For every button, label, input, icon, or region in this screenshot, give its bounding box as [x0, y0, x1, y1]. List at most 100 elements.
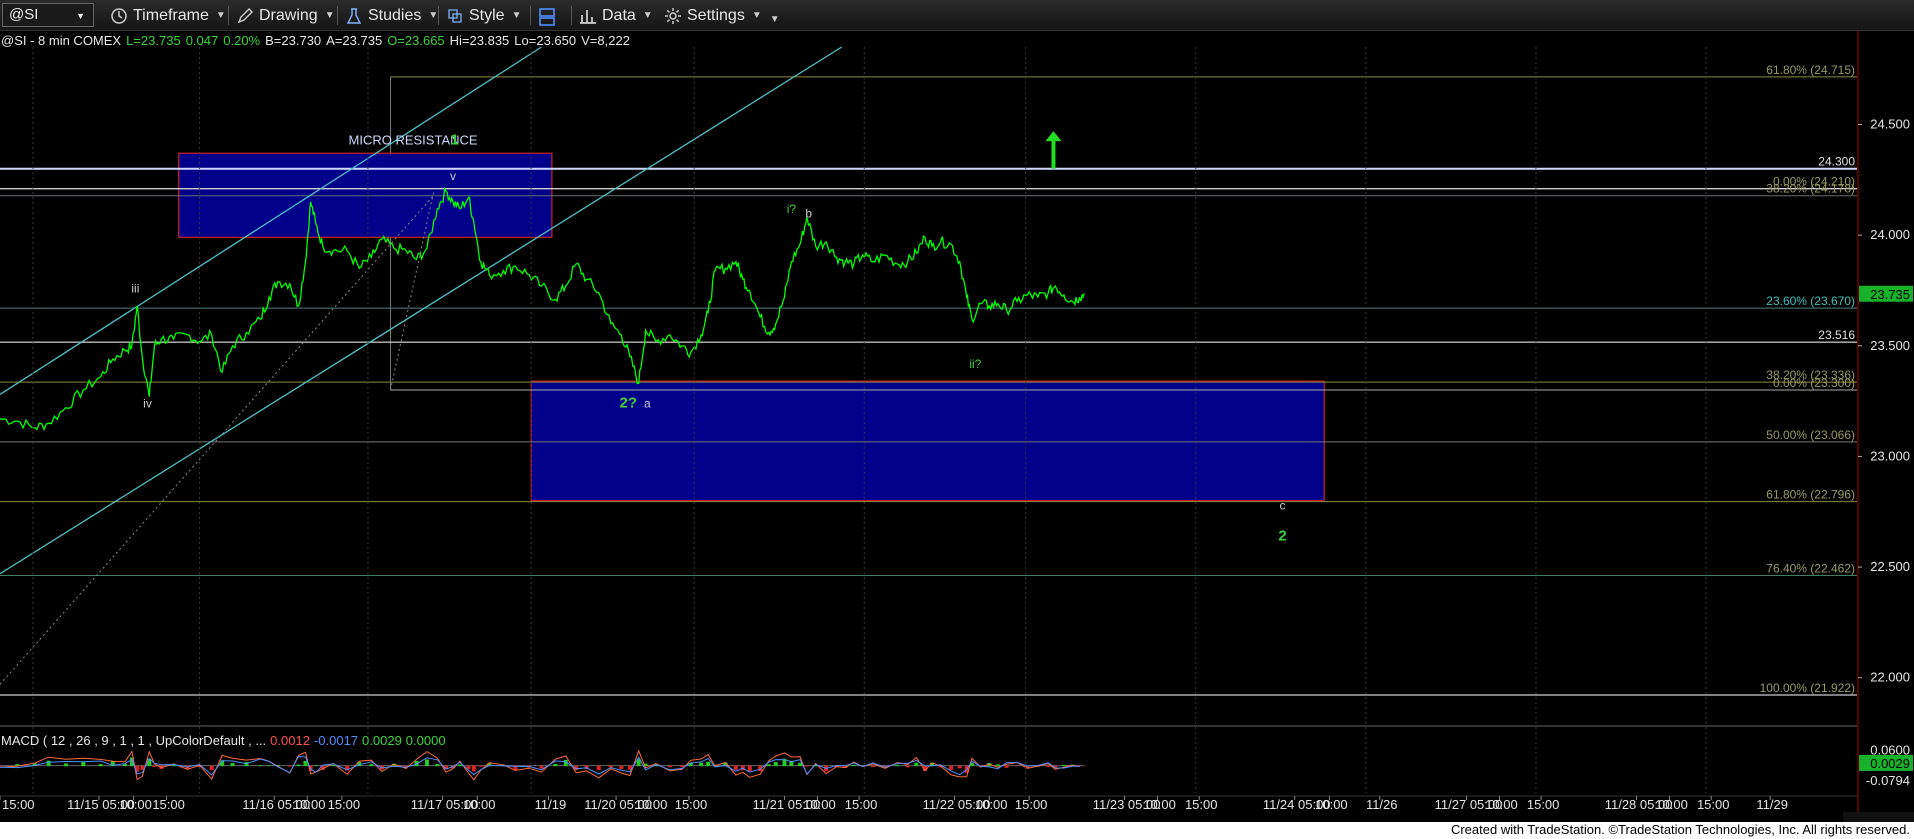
high-price: Hi=23.835 — [449, 33, 510, 48]
macd-histogram-bar — [81, 762, 86, 767]
time-axis-label: 10:00 — [293, 797, 326, 812]
macd-histogram-bar — [152, 765, 157, 767]
quote-header: @SI - 8 min COMEX L=23.735 0.047 0.20% B=23.… — [1, 33, 635, 48]
macd-diff-value: 0.0029 — [362, 733, 402, 748]
macd-histogram-bar — [46, 760, 51, 767]
macd-histogram-bar — [667, 765, 672, 768]
macd-histogram-bar — [619, 765, 624, 769]
time-axis-label: 10:00 — [803, 797, 836, 812]
macd-histogram-bar — [1061, 764, 1066, 767]
fib-level-label: 23.60% (23.670) — [1766, 294, 1855, 308]
macd-histogram-bar — [706, 761, 711, 767]
net-change: 0.047 — [185, 33, 219, 48]
macd-histogram-bar — [914, 762, 919, 767]
time-axis-label: 10:00 — [1143, 797, 1176, 812]
macd-histogram-bar — [313, 765, 318, 767]
time-axis-label: 15:00 — [2, 797, 35, 812]
macd-histogram-bar — [230, 762, 235, 767]
macd-histogram-bar — [680, 765, 685, 768]
macd-histogram-bar — [539, 765, 544, 769]
macd-histogram-bar — [957, 765, 962, 769]
macd-histogram-bar — [303, 760, 308, 767]
price-axis-label: 24.500 — [1870, 116, 1910, 131]
macd-header: MACD ( 12 , 26 , 9 , 1 , 1 , UpColorDefa… — [1, 733, 450, 748]
price-axis-label: 22.000 — [1870, 670, 1910, 685]
credit-text: Created with TradeStation. ©TradeStation… — [1450, 822, 1910, 837]
wave-label: b — [805, 206, 812, 220]
macd-histogram-bar — [63, 763, 68, 767]
fib-level-label: 61.80% (24.715) — [1766, 63, 1855, 77]
time-axis-label: 15:00 — [1527, 797, 1560, 812]
macd-histogram-bar — [747, 765, 752, 772]
macd-title: MACD ( 12 , 26 , 9 , 1 , 1 , UpColorDefa… — [1, 733, 267, 748]
fib-level-label: 76.40% (22.462) — [1766, 561, 1855, 575]
macd-histogram-bar — [267, 765, 272, 767]
time-axis-label: 15:00 — [1015, 797, 1048, 812]
time-axis-label: 11/19 — [535, 797, 567, 812]
wave-label: 1 — [451, 131, 459, 148]
macd-value-label: -0.0794 — [1866, 773, 1910, 788]
open-price: O=23.665 — [387, 33, 445, 48]
fib-level-label: 100.00% (21.922) — [1760, 681, 1855, 695]
macd-histogram-bar — [870, 765, 875, 768]
macd-histogram-bar — [369, 764, 374, 767]
macd-histogram-bar — [553, 763, 558, 767]
last-price: L=23.735 — [126, 33, 181, 48]
macd-histogram-bar — [1015, 765, 1020, 767]
macd-histogram-bar — [471, 765, 476, 772]
time-axis-label: 15:00 — [328, 797, 361, 812]
volume: V=8,222 — [581, 33, 630, 48]
wave-label: iii — [131, 282, 139, 296]
time-axis-label: 10:00 — [1655, 797, 1688, 812]
footer-bar: Created with TradeStation. ©TradeStation… — [0, 822, 1914, 839]
macd-histogram-bar — [296, 764, 301, 767]
ask-price: A=23.735 — [326, 33, 383, 48]
macd-histogram-bar — [805, 765, 810, 767]
macd-histogram-bar — [209, 765, 214, 771]
macd-histogram-bar — [773, 762, 778, 767]
wave-label: 2? — [619, 395, 637, 412]
fib-level-label: 0.00% (23.300) — [1773, 376, 1855, 390]
low-price: Lo=23.650 — [514, 33, 577, 48]
macd-value-label: 0.0029 — [1870, 756, 1910, 771]
macd-histogram-bar — [699, 762, 704, 767]
fib-level-label: 38.20% (24.178) — [1766, 182, 1855, 196]
macd-histogram-bar — [457, 764, 462, 767]
time-axis-label: 10:00 — [635, 797, 668, 812]
macd-histogram-bar — [424, 759, 429, 767]
wave-label: v — [450, 169, 456, 183]
macd-histogram-bar — [258, 765, 263, 767]
up-arrow-icon — [1045, 131, 1062, 142]
fib-level-label: 61.80% (22.796) — [1766, 488, 1855, 502]
time-axis-label: 10:00 — [463, 797, 496, 812]
time-axis-label: 10:00 — [119, 797, 152, 812]
fib-level-label: 50.00% (23.066) — [1766, 428, 1855, 442]
macd-histogram-bar — [949, 765, 954, 770]
macd-histogram-bar — [596, 765, 601, 771]
macd-histogram-bar — [895, 764, 900, 767]
fib-level-label: 23.516 — [1818, 328, 1855, 342]
time-axis-label: 15:00 — [675, 797, 708, 812]
trend-channel-line — [0, 194, 435, 685]
bid-price: B=23.730 — [265, 33, 322, 48]
time-axis-label: 10:00 — [975, 797, 1008, 812]
price-axis-label: 22.500 — [1870, 559, 1910, 574]
macd-histogram-bar — [435, 763, 440, 767]
macd-histogram-bar — [733, 765, 738, 770]
macd-histogram-bar — [905, 765, 910, 768]
time-axis-label: 15:00 — [1185, 797, 1218, 812]
time-axis-label: 15:00 — [845, 797, 878, 812]
price-chart[interactable]: 24.3000.00% (24.210)38.20% (24.178)23.60… — [0, 0, 1914, 822]
symbol-title: @SI - 8 min COMEX — [1, 33, 122, 48]
macd-histogram-bar — [478, 765, 483, 767]
macd-histogram-bar — [851, 764, 856, 767]
macd-avg-value: -0.0017 — [313, 733, 359, 748]
macd-histogram-bar — [1004, 765, 1009, 768]
wave-label: ii? — [969, 357, 981, 371]
axis-corner — [1843, 812, 1914, 822]
macd-histogram-bar — [287, 765, 292, 767]
time-axis-label: 15:00 — [152, 797, 185, 812]
wave-label: i? — [787, 202, 797, 216]
macd-histogram-bar — [1046, 765, 1051, 768]
percent-change: 0.20% — [223, 33, 261, 48]
